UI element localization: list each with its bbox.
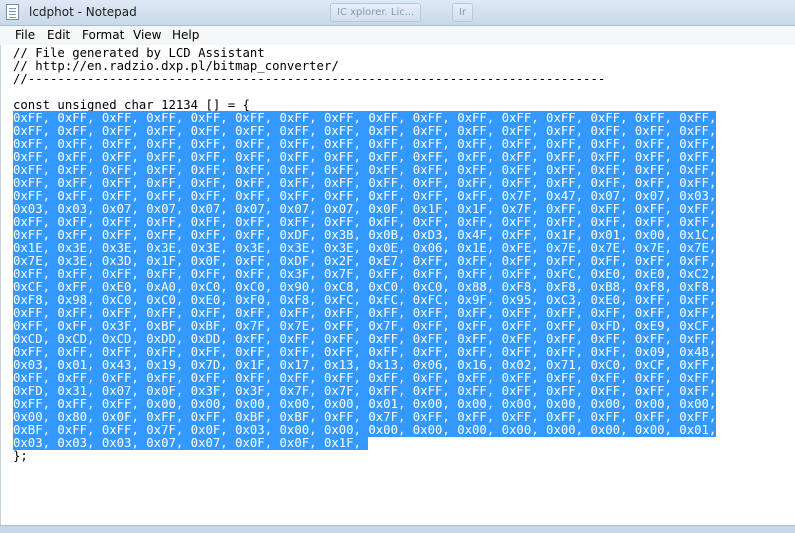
title-bar[interactable]: lcdphot - Notepad IC xplorer. Lic... Ir <box>0 0 795 26</box>
document-text[interactable]: // File generated by LCD Assistant // ht… <box>13 46 717 463</box>
selected-data-line: 0xFF, 0xFF, 0xFF, 0xFF, 0xFF, 0xFF, 0xFF… <box>13 306 717 320</box>
selected-data-line: 0x7E, 0x3E, 0x3D, 0x1F, 0x0F, 0xFF, 0xDF… <box>13 254 717 268</box>
selected-data-line: 0x03, 0x03, 0x07, 0x07, 0x07, 0x07, 0x07… <box>13 202 717 216</box>
selected-data-line: 0xFF, 0xFF, 0xFF, 0xFF, 0xFF, 0xFF, 0xFF… <box>13 124 717 138</box>
notepad-icon <box>6 4 19 20</box>
header-line: // File generated by LCD Assistant <box>13 46 265 60</box>
closing-line: }; <box>13 449 28 463</box>
selected-data-line: 0xFF, 0xFF, 0xFF, 0xFF, 0xFF, 0xFF, 0xFF… <box>13 189 717 203</box>
menu-edit[interactable]: Edit <box>47 28 70 42</box>
menu-help[interactable]: Help <box>172 28 199 42</box>
header-line: const unsigned char 12134 [] = { <box>13 98 250 112</box>
window-title: lcdphot - Notepad <box>29 5 137 19</box>
menu-file[interactable]: File <box>15 28 35 42</box>
selected-data-line: 0xFF, 0xFF, 0xFF, 0xFF, 0xFF, 0xFF, 0xFF… <box>13 111 717 125</box>
selected-data-line: 0xBF, 0xFF, 0xFF, 0x7F, 0x0F, 0x03, 0x00… <box>13 423 717 437</box>
header-line: // http://en.radzio.dxp.pl/bitmap_conver… <box>13 59 339 73</box>
selected-data-line: 0xFF, 0xFF, 0xFF, 0xFF, 0xFF, 0xFF, 0xFF… <box>13 345 717 359</box>
selected-data-line: 0xFF, 0xFF, 0xFF, 0xFF, 0xFF, 0xFF, 0xFF… <box>13 215 717 229</box>
selected-data-line: 0xFF, 0xFF, 0xFF, 0x00, 0x00, 0x00, 0x00… <box>13 397 717 411</box>
selected-data-line: 0xFF, 0xFF, 0xFF, 0xFF, 0xFF, 0xFF, 0xFF… <box>13 150 717 164</box>
background-tab-1[interactable]: IC xplorer. Lic... <box>330 3 422 22</box>
selected-data-line: 0x03, 0x01, 0x43, 0x19, 0x7D, 0x1F, 0x17… <box>13 358 717 372</box>
selected-data-line: 0x03, 0x03, 0x03, 0x07, 0x07, 0x0F, 0x0F… <box>13 436 369 450</box>
menu-bar: File Edit Format View Help <box>0 26 795 46</box>
header-line: //--------------------------------------… <box>13 72 606 86</box>
selected-data-line: 0xFF, 0xFF, 0xFF, 0xFF, 0xFF, 0xFF, 0xDF… <box>13 228 717 242</box>
text-editor[interactable]: // File generated by LCD Assistant // ht… <box>0 45 795 525</box>
background-tab-2[interactable]: Ir <box>452 3 474 22</box>
selected-data-line: 0xFF, 0xFF, 0x3F, 0xBF, 0xBF, 0x7F, 0x7E… <box>13 319 717 333</box>
selected-data-line: 0x00, 0x80, 0x0F, 0xFF, 0xFF, 0xBF, 0xBF… <box>13 410 717 424</box>
selected-data-line: 0x1E, 0x3E, 0x3E, 0x3E, 0x3E, 0x3E, 0x3E… <box>13 241 717 255</box>
selected-data-line: 0xFF, 0xFF, 0xFF, 0xFF, 0xFF, 0xFF, 0xFF… <box>13 176 717 190</box>
selected-data-line: 0xCD, 0xCD, 0xCD, 0xDD, 0xDD, 0xFF, 0xFF… <box>13 332 717 346</box>
selected-data-line: 0xFF, 0xFF, 0xFF, 0xFF, 0xFF, 0xFF, 0xFF… <box>13 137 717 151</box>
selected-data-line: 0xFF, 0xFF, 0xFF, 0xFF, 0xFF, 0xFF, 0xFF… <box>13 371 717 385</box>
selected-data-line: 0xFF, 0xFF, 0xFF, 0xFF, 0xFF, 0xFF, 0xFF… <box>13 163 717 177</box>
menu-view[interactable]: View <box>133 28 161 42</box>
menu-format[interactable]: Format <box>82 28 124 42</box>
selected-data-line: 0xCF, 0xFF, 0xE0, 0xA0, 0xC0, 0xC0, 0x90… <box>13 280 717 294</box>
selected-data-line: 0xF8, 0x98, 0xC0, 0xC0, 0xE0, 0xF0, 0xF8… <box>13 293 717 307</box>
selected-data-line: 0xFD, 0x31, 0x07, 0x0F, 0x3F, 0x3F, 0x7F… <box>13 384 717 398</box>
selected-data-line: 0xFF, 0xFF, 0xFF, 0xFF, 0xFF, 0xFF, 0x3F… <box>13 267 717 281</box>
